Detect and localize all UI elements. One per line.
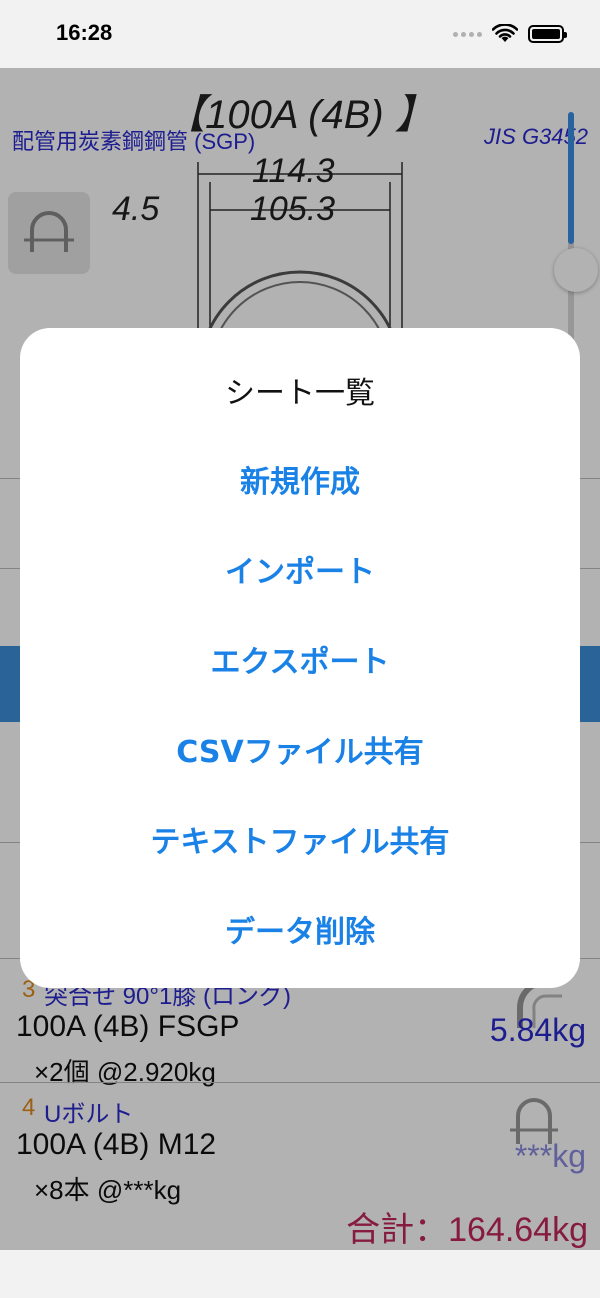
share-csv-button[interactable]: CSVファイル共有 xyxy=(20,704,580,794)
export-button[interactable]: エクスポート xyxy=(20,614,580,704)
status-bar: 16:28 xyxy=(0,0,600,68)
delete-data-button[interactable]: データ削除 xyxy=(20,884,580,974)
signal-dots-icon xyxy=(453,31,482,37)
import-button[interactable]: インポート xyxy=(20,524,580,614)
bottom-bar xyxy=(0,1250,600,1298)
battery-icon xyxy=(528,25,567,43)
share-text-button[interactable]: テキストファイル共有 xyxy=(20,794,580,884)
sheet-list-dialog: シート一覧 新規作成 インポート エクスポート CSVファイル共有 テキストファ… xyxy=(20,328,580,988)
new-sheet-button[interactable]: 新規作成 xyxy=(20,434,580,524)
status-icons xyxy=(453,24,567,44)
wifi-icon xyxy=(492,24,518,42)
dialog-title: シート一覧 xyxy=(225,376,375,411)
status-time: 16:28 xyxy=(56,20,113,45)
